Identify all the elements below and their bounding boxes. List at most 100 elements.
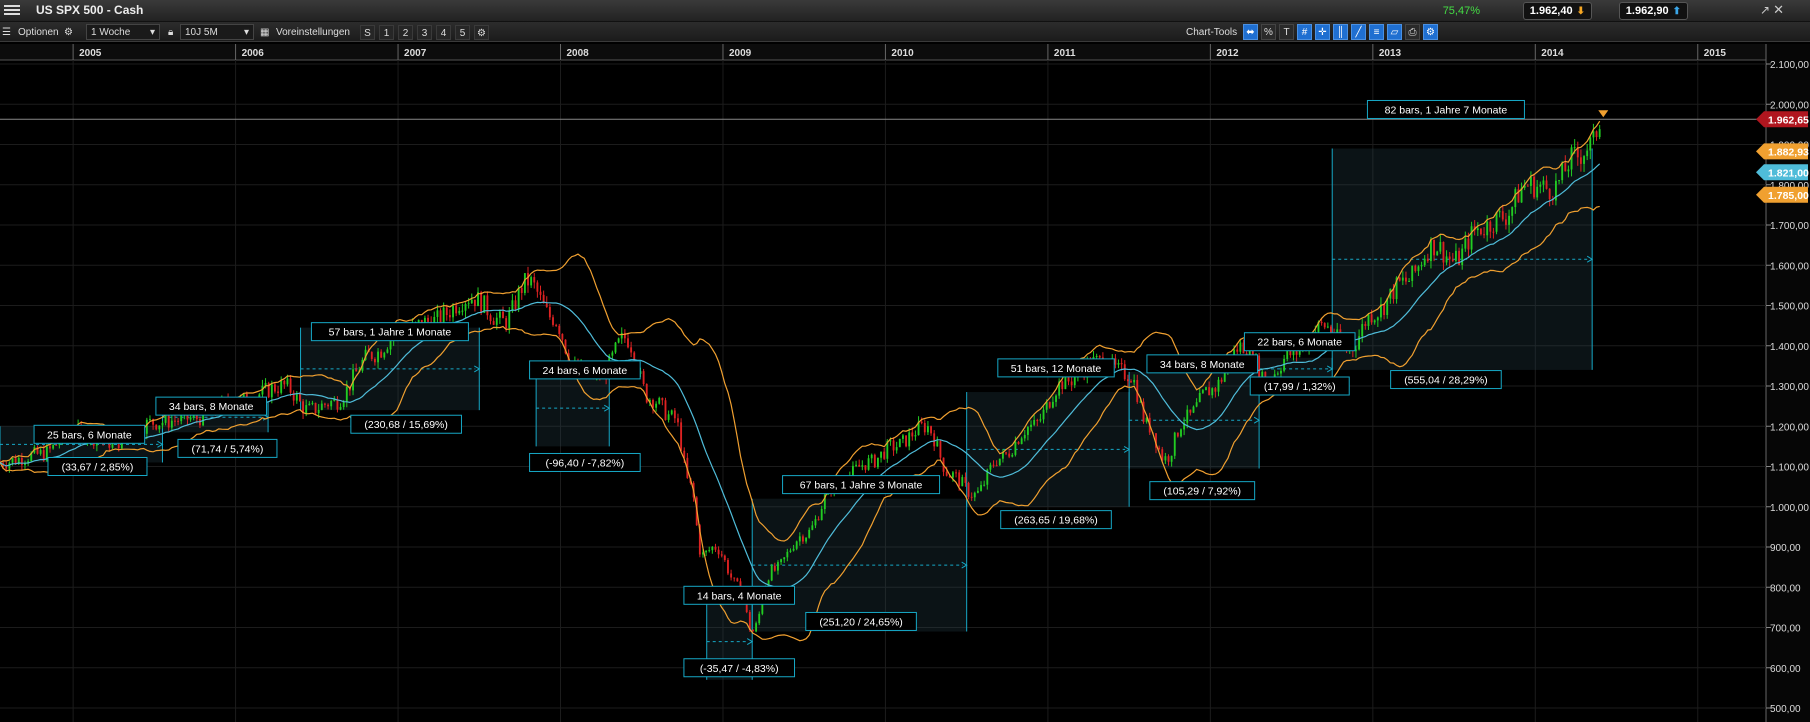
x-tick-label: 2007 bbox=[404, 48, 427, 59]
candle-body bbox=[1114, 358, 1117, 365]
candle-body bbox=[733, 577, 736, 579]
candle-body bbox=[289, 378, 292, 393]
candle-body bbox=[517, 287, 520, 310]
candle-body bbox=[1323, 323, 1326, 328]
preset-s[interactable]: S bbox=[360, 25, 375, 40]
candle-icon[interactable]: ║ bbox=[1333, 24, 1348, 40]
candle-body bbox=[1205, 387, 1207, 391]
price-chart[interactable]: 2005 2006 2007 2008 2009 2010 2011 2012 2013 2014… bbox=[0, 44, 1810, 722]
x-tick-label: 2010 bbox=[891, 48, 914, 59]
candle-body bbox=[1426, 258, 1429, 262]
candle-body bbox=[1433, 239, 1436, 256]
candle-body bbox=[861, 465, 864, 467]
candle-body bbox=[1048, 402, 1051, 408]
candle-body bbox=[667, 414, 670, 420]
candle-body bbox=[370, 352, 373, 360]
pin-icon[interactable]: ↗ bbox=[1760, 3, 1770, 17]
fibonacci-icon[interactable]: ≡ bbox=[1369, 24, 1384, 40]
candle-body bbox=[923, 423, 926, 433]
candle-body bbox=[492, 321, 495, 325]
candle-body bbox=[1236, 349, 1239, 352]
moving-average-tag-group: 1.821,00 bbox=[1756, 164, 1809, 181]
x-tick-label: 2005 bbox=[79, 48, 102, 59]
candle-body bbox=[1045, 402, 1048, 410]
candle-body bbox=[355, 369, 358, 372]
range-box-label-text: 25 bars, 6 Monate bbox=[47, 429, 132, 441]
candle-body bbox=[883, 451, 886, 459]
candle-body bbox=[792, 548, 795, 551]
options-button[interactable]: Optionen bbox=[18, 25, 59, 40]
candle-body bbox=[1489, 221, 1492, 232]
interval-select[interactable]: 1 Woche ▾ bbox=[86, 24, 160, 40]
print-icon[interactable]: ⎙ bbox=[1405, 24, 1420, 40]
candle-body bbox=[283, 380, 286, 385]
candle-body bbox=[936, 440, 939, 447]
preset-5[interactable]: 5 bbox=[455, 25, 470, 40]
preset-1[interactable]: 1 bbox=[379, 25, 394, 40]
menu-icon[interactable] bbox=[4, 3, 20, 19]
ask-price-button[interactable]: 1.962,90 ⬆ bbox=[1618, 2, 1688, 20]
gear-icon[interactable]: ⚙ bbox=[64, 25, 73, 40]
preset-settings-icon[interactable]: ⚙ bbox=[474, 25, 489, 40]
grid-icon[interactable]: # bbox=[1297, 24, 1312, 40]
candle-body bbox=[926, 426, 929, 433]
candle-body bbox=[20, 457, 23, 466]
crosshair-icon[interactable]: ✛ bbox=[1315, 24, 1330, 40]
indicator-icon[interactable]: ⬌ bbox=[1243, 24, 1258, 40]
chart-svg[interactable]: 2005 2006 2007 2008 2009 2010 2011 2012 2013 2014… bbox=[0, 44, 1810, 722]
percent-icon[interactable]: % bbox=[1261, 24, 1276, 40]
pattern-icon[interactable]: ▱ bbox=[1387, 24, 1402, 40]
candle-body bbox=[1373, 320, 1376, 323]
candle-body bbox=[895, 447, 898, 451]
candle-body bbox=[864, 465, 867, 470]
range-box-label-text: 67 bars, 1 Jahre 3 Monate bbox=[800, 480, 923, 492]
candle-body bbox=[1501, 211, 1504, 220]
preset-2[interactable]: 2 bbox=[398, 25, 413, 40]
candle-body bbox=[1511, 207, 1514, 216]
range-select[interactable]: 10J 5M ▾ bbox=[180, 24, 254, 40]
candle-body bbox=[958, 472, 961, 487]
change-percent: 75,47% bbox=[1442, 5, 1480, 17]
drawing-icon[interactable]: ╱ bbox=[1351, 24, 1366, 40]
candle-body bbox=[673, 410, 676, 419]
candle-body bbox=[727, 560, 729, 574]
candle-body bbox=[1033, 420, 1036, 425]
candle-body bbox=[1214, 388, 1217, 392]
x-tick-label: 2014 bbox=[1541, 48, 1564, 59]
range-value: 10J 5M bbox=[185, 26, 218, 38]
bid-price-button[interactable]: 1.962,40 ⬇ bbox=[1522, 2, 1592, 20]
candle-body bbox=[1167, 456, 1170, 462]
candle-body bbox=[802, 536, 804, 542]
candle-body bbox=[1417, 266, 1420, 272]
candle-body bbox=[1479, 228, 1482, 235]
candle-body bbox=[1130, 381, 1132, 383]
y-tick-label: 900,00 bbox=[1770, 543, 1801, 554]
options-list-icon[interactable]: ☰ bbox=[2, 25, 11, 40]
candle-body bbox=[752, 630, 754, 632]
candle-body bbox=[955, 472, 957, 474]
candle-body bbox=[714, 546, 717, 550]
candle-body bbox=[780, 559, 783, 563]
bid-price: 1.962,40 bbox=[1529, 5, 1573, 17]
candle-body bbox=[345, 386, 348, 402]
candle-body bbox=[911, 432, 914, 437]
candle-body bbox=[464, 303, 467, 311]
candle-body bbox=[1176, 432, 1179, 437]
y-tick-label: 1.500,00 bbox=[1770, 302, 1809, 313]
candle-body bbox=[1567, 169, 1570, 172]
candle-body bbox=[661, 397, 664, 401]
candle-body bbox=[1536, 186, 1539, 198]
candle-body bbox=[1504, 219, 1507, 225]
text-tool-icon[interactable]: T bbox=[1279, 24, 1294, 40]
lock-icon[interactable]: 🔒︎ bbox=[168, 25, 173, 40]
preset-3[interactable]: 3 bbox=[417, 25, 432, 40]
preset-4[interactable]: 4 bbox=[436, 25, 451, 40]
calendar-icon[interactable]: ▦ bbox=[260, 25, 269, 40]
candle-body bbox=[314, 402, 317, 414]
candle-body bbox=[308, 403, 311, 406]
presets-button[interactable]: Voreinstellungen bbox=[276, 25, 350, 40]
settings-icon[interactable]: ⚙ bbox=[1423, 24, 1438, 40]
close-icon[interactable]: ✕ bbox=[1773, 2, 1784, 18]
range-box-label-text: 34 bars, 8 Monate bbox=[169, 401, 254, 413]
candle-body bbox=[1192, 406, 1195, 413]
